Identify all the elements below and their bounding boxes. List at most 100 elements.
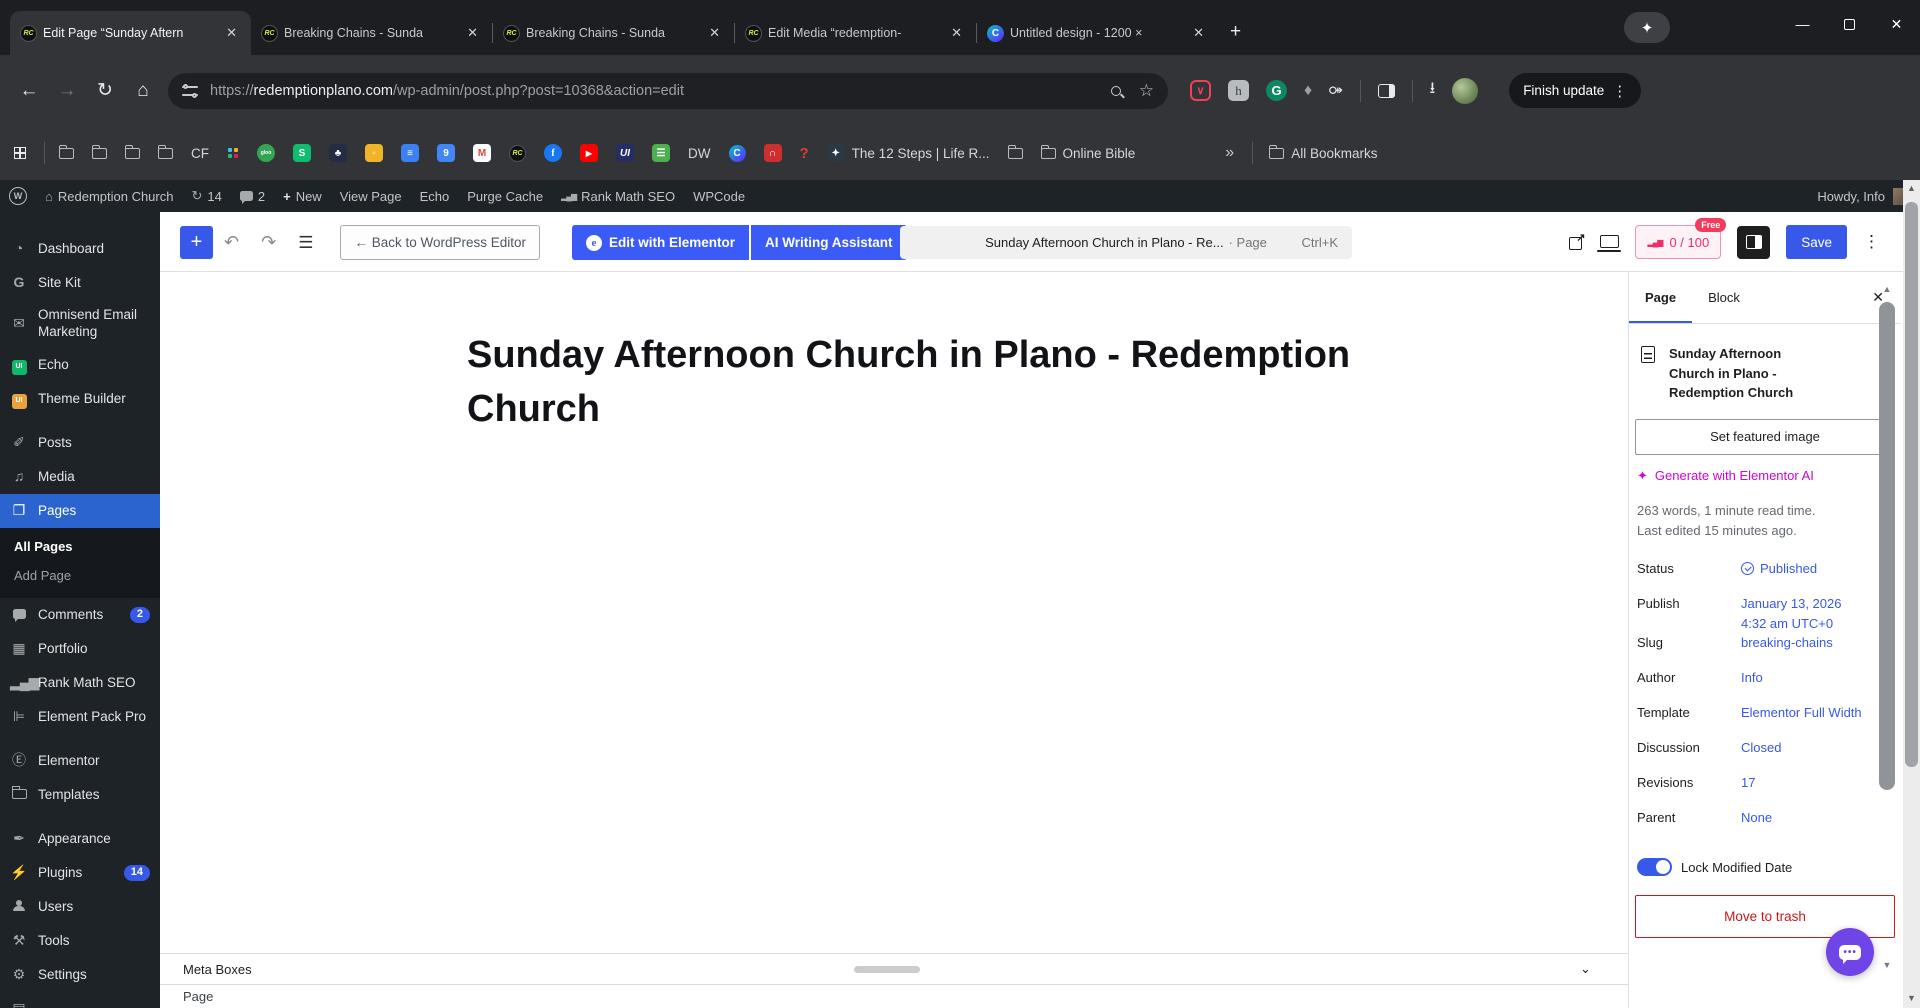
- pocket-extension-icon[interactable]: ∨: [1190, 80, 1211, 101]
- bookmark-folder[interactable]: [59, 144, 74, 159]
- back-button[interactable]: ←: [10, 80, 48, 102]
- status-value[interactable]: Published: [1741, 559, 1867, 579]
- forward-button[interactable]: →: [48, 80, 86, 102]
- browser-ai-button[interactable]: ✦: [1624, 12, 1670, 43]
- browser-tab-3[interactable]: RC Breaking Chains - Sunda ✕: [493, 11, 734, 55]
- sidebar-item-media[interactable]: ♫ Media: [0, 460, 160, 494]
- bookmark-folder[interactable]: [1007, 144, 1023, 159]
- revisions-value[interactable]: 17: [1741, 773, 1867, 793]
- rank-math-score-button[interactable]: ▂▄▆ 0 / 100 Free: [1635, 218, 1727, 259]
- tab-close-icon[interactable]: ✕: [947, 23, 966, 43]
- sidebar-item-partial[interactable]: ▤: [0, 992, 160, 1008]
- updates-menu[interactable]: ↻ 14: [182, 180, 230, 212]
- sidebar-item-portfolio[interactable]: ▦ Portfolio: [0, 632, 160, 666]
- zoom-out-icon[interactable]: [1110, 85, 1121, 96]
- author-value[interactable]: Info: [1741, 668, 1867, 688]
- page-scrollbar[interactable]: ▲ ▼: [1903, 180, 1920, 1008]
- template-value[interactable]: Elementor Full Width: [1741, 703, 1867, 723]
- meta-boxes-bar[interactable]: Meta Boxes ⌄: [160, 953, 1628, 985]
- browser-tab-5[interactable]: C Untitled design - 1200 × ✕: [977, 11, 1218, 55]
- command-palette[interactable]: Sunday Afternoon Church in Plano - Re...…: [900, 226, 1352, 259]
- panel-scrollbar[interactable]: ▲ ▼: [1878, 284, 1896, 974]
- view-post-external-icon[interactable]: [1569, 231, 1585, 250]
- undo-button[interactable]: ↶: [213, 232, 250, 253]
- save-button[interactable]: Save: [1786, 225, 1847, 259]
- purge-cache-menu[interactable]: Purge Cache: [458, 180, 552, 212]
- back-to-wp-editor-button[interactable]: ← Back to WordPress Editor: [340, 225, 540, 260]
- scrollbar-thumb[interactable]: [1879, 302, 1895, 790]
- parent-value[interactable]: None: [1741, 808, 1867, 828]
- publish-date-value[interactable]: January 13, 2026 4:32 am UTC+0: [1741, 594, 1867, 633]
- bookmark-canva[interactable]: C: [728, 144, 746, 162]
- bookmark-list[interactable]: ☰: [652, 144, 670, 162]
- minimize-button[interactable]: —: [1779, 0, 1826, 48]
- new-tab-button[interactable]: +: [1230, 21, 1241, 43]
- sidebar-item-settings[interactable]: ⚙ Settings: [0, 958, 160, 992]
- edit-with-elementor-button[interactable]: e Edit with Elementor: [572, 225, 750, 260]
- chat-widget-button[interactable]: •••: [1826, 928, 1874, 976]
- address-bar[interactable]: https://redemptionplano.com/wp-admin/pos…: [168, 72, 1168, 109]
- view-page-menu[interactable]: View Page: [331, 180, 411, 212]
- grammarly-extension-icon[interactable]: G: [1266, 80, 1287, 101]
- bookmark-12-steps[interactable]: ✦ The 12 Steps | Life R...: [826, 144, 990, 162]
- bookmark-gmail[interactable]: M: [473, 144, 491, 162]
- block-inserter-button[interactable]: +: [180, 226, 213, 259]
- lock-modified-date-toggle[interactable]: [1637, 858, 1672, 877]
- sidebar-item-pages[interactable]: ❐ Pages: [0, 494, 169, 528]
- reload-button[interactable]: ↻: [86, 79, 124, 102]
- extensions-puzzle-icon[interactable]: ⚩: [1329, 81, 1342, 101]
- bookmark-star-icon[interactable]: ☆: [1139, 81, 1154, 101]
- tab-close-icon[interactable]: ✕: [705, 23, 724, 43]
- browser-menu-icon[interactable]: ⋮: [1604, 82, 1635, 100]
- bookmark-ui[interactable]: UI: [616, 144, 634, 162]
- resize-handle[interactable]: [854, 966, 920, 973]
- list-view-button[interactable]: ☰: [287, 233, 324, 253]
- wpcode-menu[interactable]: WPCode: [684, 180, 754, 212]
- home-button[interactable]: ⌂: [124, 80, 162, 102]
- bookmark-online-bible[interactable]: Online Bible: [1040, 144, 1135, 161]
- scroll-down-icon[interactable]: ▼: [1903, 993, 1920, 1003]
- submenu-add-page[interactable]: Add Page: [0, 561, 160, 590]
- sidebar-item-users[interactable]: Users: [0, 890, 160, 924]
- sidebar-item-site-kit[interactable]: G Site Kit: [0, 266, 160, 300]
- sidebar-item-tools[interactable]: ⚒ Tools: [0, 924, 160, 958]
- close-button[interactable]: ✕: [1873, 0, 1920, 48]
- echo-menu[interactable]: Echo: [411, 180, 459, 212]
- tab-page[interactable]: Page: [1629, 272, 1692, 323]
- sidebar-item-appearance[interactable]: ✒ Appearance: [0, 822, 160, 856]
- tab-block[interactable]: Block: [1692, 272, 1756, 323]
- sidebar-item-rank-math[interactable]: ▂▄▆ Rank Math SEO: [0, 666, 160, 700]
- sidebar-item-templates[interactable]: Templates: [0, 778, 160, 812]
- scroll-down-icon[interactable]: ▼: [1878, 960, 1896, 970]
- submenu-all-pages[interactable]: All Pages: [0, 532, 160, 561]
- sidebar-item-comments[interactable]: Comments 2: [0, 598, 160, 632]
- set-featured-image-button[interactable]: Set featured image: [1635, 418, 1895, 455]
- browser-tab-1[interactable]: RC Edit Page “Sunday Aftern ✕: [10, 11, 251, 55]
- tab-close-icon[interactable]: ✕: [1189, 23, 1208, 43]
- bookmark-folder[interactable]: [125, 144, 140, 159]
- bookmark-subsplash[interactable]: S: [293, 144, 311, 162]
- wp-logo-menu[interactable]: W: [0, 180, 36, 212]
- settings-panel-toggle[interactable]: [1737, 225, 1771, 259]
- side-panel-icon[interactable]: [1377, 83, 1395, 98]
- editor-canvas[interactable]: Sunday Afternoon Church in Plano - Redem…: [160, 272, 1628, 1008]
- sidebar-item-theme-builder[interactable]: UI Theme Builder: [0, 382, 160, 416]
- browser-tab-4[interactable]: RC Edit Media “redemption- ✕: [735, 11, 976, 55]
- rank-math-menu[interactable]: ▂▄▆ Rank Math SEO: [552, 180, 684, 212]
- bookmark-bulb[interactable]: ◦: [365, 144, 383, 162]
- sidebar-item-elementor[interactable]: Ⓔ Elementor: [0, 744, 160, 778]
- sidebar-item-element-pack[interactable]: ⊫ Element Pack Pro: [0, 700, 160, 734]
- sidebar-item-omnisend[interactable]: ✉ Omnisend Email Marketing: [0, 300, 160, 348]
- honey-extension-icon[interactable]: h: [1228, 80, 1249, 101]
- tab-close-icon[interactable]: ✕: [463, 23, 482, 43]
- editor-options-icon[interactable]: ⋮: [1863, 232, 1880, 252]
- bookmark-folder[interactable]: [92, 144, 107, 159]
- bookmark-dw[interactable]: DW: [688, 146, 711, 161]
- breadcrumb[interactable]: Page: [183, 989, 213, 1004]
- microphone-icon[interactable]: ♦: [1304, 82, 1312, 100]
- generate-with-ai-link[interactable]: ✦ Generate with Elementor AI: [1637, 468, 1892, 484]
- sidebar-item-posts[interactable]: ✐ Posts: [0, 426, 160, 460]
- bookmark-gloo[interactable]: gloo: [257, 144, 275, 162]
- all-bookmarks[interactable]: All Bookmarks: [1269, 144, 1377, 161]
- bookmark-tree[interactable]: ♣: [329, 144, 347, 162]
